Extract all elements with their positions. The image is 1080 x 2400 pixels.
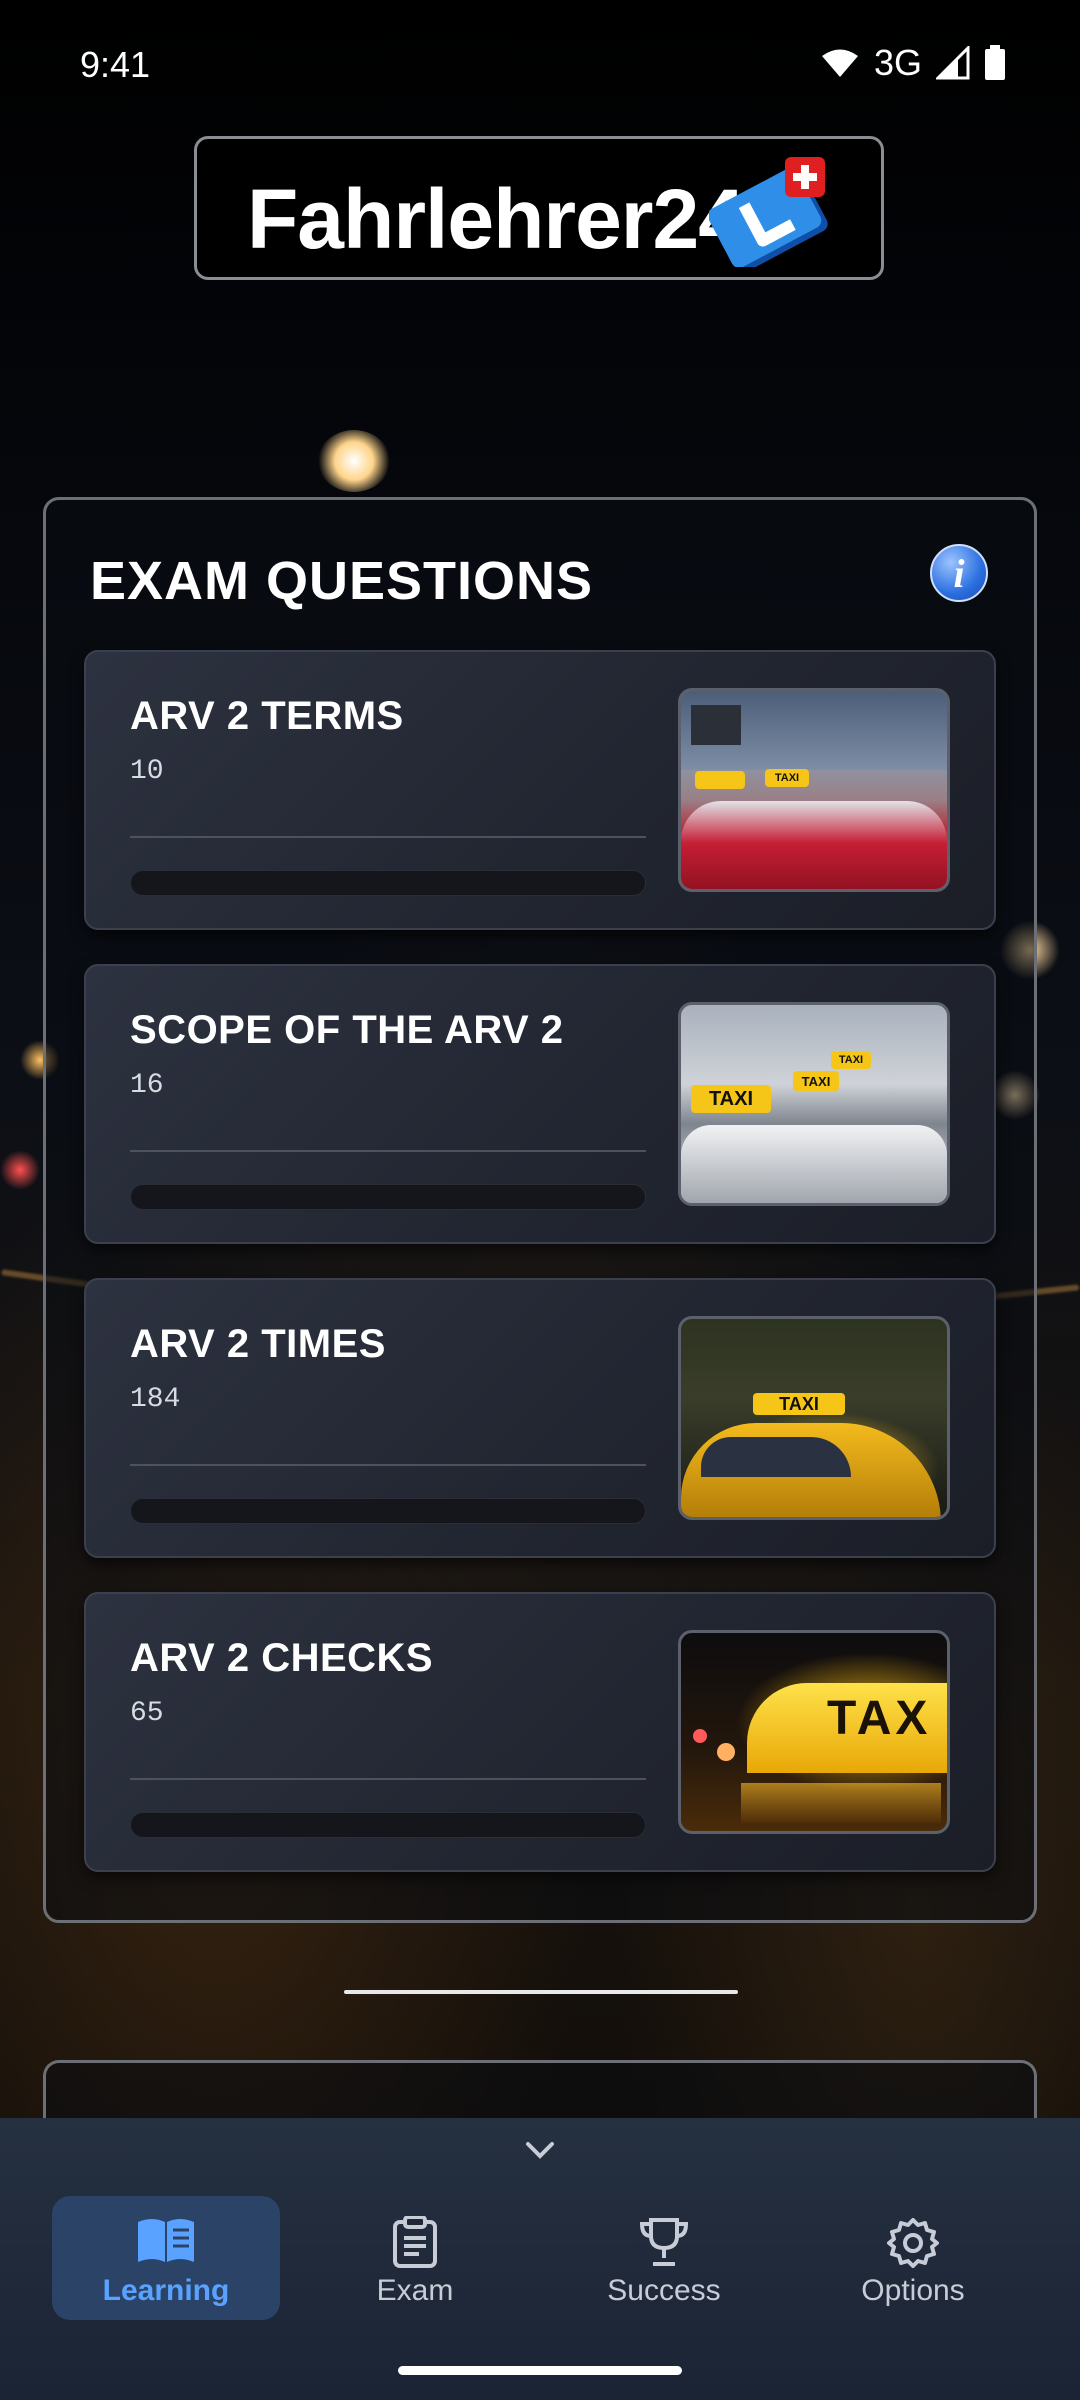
topic-card-times[interactable]: ARV 2 TIMES 184 TAXI [84, 1278, 996, 1558]
card-divider [130, 1778, 646, 1780]
taxi-sign: TAXI [691, 1085, 771, 1113]
page-indicator [344, 1990, 738, 1994]
app-logo: Fahrlehrer24 [194, 136, 884, 280]
signal-icon [936, 46, 970, 80]
card-divider [130, 1150, 646, 1152]
card-question-count: 10 [130, 756, 164, 787]
taxi-sign: TAXI [831, 1051, 871, 1069]
clipboard-icon [393, 2216, 437, 2268]
chevron-down-icon[interactable] [520, 2134, 560, 2164]
book-icon [138, 2219, 194, 2262]
info-icon: i [953, 550, 965, 596]
nav-label: Options [861, 2274, 965, 2307]
card-progress-bar [130, 1184, 646, 1210]
topic-card-checks[interactable]: ARV 2 CHECKS 65 TAX [84, 1592, 996, 1872]
logo-text: Fahrlehrer24 [247, 172, 745, 266]
card-question-count: 184 [130, 1384, 181, 1415]
card-thumbnail-taxi-rank: TAXI [678, 688, 950, 892]
topic-card-scope[interactable]: SCOPE OF THE ARV 2 16 TAXI TAXI TAXI [84, 964, 996, 1244]
card-divider [130, 836, 646, 838]
trophy-icon [639, 2218, 689, 2266]
card-question-count: 16 [130, 1070, 164, 1101]
card-thumbnail-moving-taxi: TAXI [678, 1316, 950, 1520]
home-indicator[interactable] [398, 2366, 682, 2375]
gear-icon [887, 2218, 939, 2268]
taxi-sign: TAXI [793, 1071, 839, 1091]
card-progress-bar [130, 1498, 646, 1524]
battery-icon [985, 45, 1005, 80]
taxi-sign: TAXI [765, 769, 809, 787]
nav-tab-options[interactable]: Options [799, 2196, 1027, 2320]
nav-tab-success[interactable]: Success [550, 2196, 778, 2320]
network-type: 3G [873, 42, 922, 83]
card-question-count: 65 [130, 1698, 164, 1729]
nav-label: Exam [376, 2274, 454, 2307]
panel-title: EXAM QUESTIONS [90, 551, 594, 611]
card-thumbnail-taxi-sign: TAX [678, 1630, 950, 1834]
status-bar: 9:41 3G [0, 0, 1080, 132]
taxi-sign: TAXI [753, 1393, 845, 1415]
card-progress-bar [130, 870, 646, 896]
card-title: ARV 2 TIMES [130, 1322, 386, 1366]
learner-plate-icon [709, 157, 828, 267]
card-title: ARV 2 TERMS [130, 694, 404, 738]
taxi-sign-text: TAX [827, 1692, 932, 1745]
exam-questions-panel: EXAM QUESTIONS i ARV 2 TERMS 10 TAXI SCO… [43, 497, 1037, 1923]
card-thumbnail-taxi-queue: TAXI TAXI TAXI [678, 1002, 950, 1206]
nav-tab-exam[interactable]: Exam [301, 2196, 529, 2320]
wifi-icon [821, 49, 858, 78]
status-time: 9:41 [80, 44, 151, 85]
card-title: ARV 2 CHECKS [130, 1636, 434, 1680]
nav-label: Success [607, 2274, 721, 2307]
card-progress-bar [130, 1812, 646, 1838]
card-divider [130, 1464, 646, 1466]
card-title: SCOPE OF THE ARV 2 [130, 1008, 564, 1052]
nav-label: Learning [102, 2274, 230, 2307]
nav-tab-learning[interactable]: Learning [52, 2196, 280, 2320]
info-button[interactable]: i [930, 544, 988, 602]
topic-card-terms[interactable]: ARV 2 TERMS 10 TAXI [84, 650, 996, 930]
bottom-navigation: Learning Exam Success Options [0, 2118, 1080, 2400]
